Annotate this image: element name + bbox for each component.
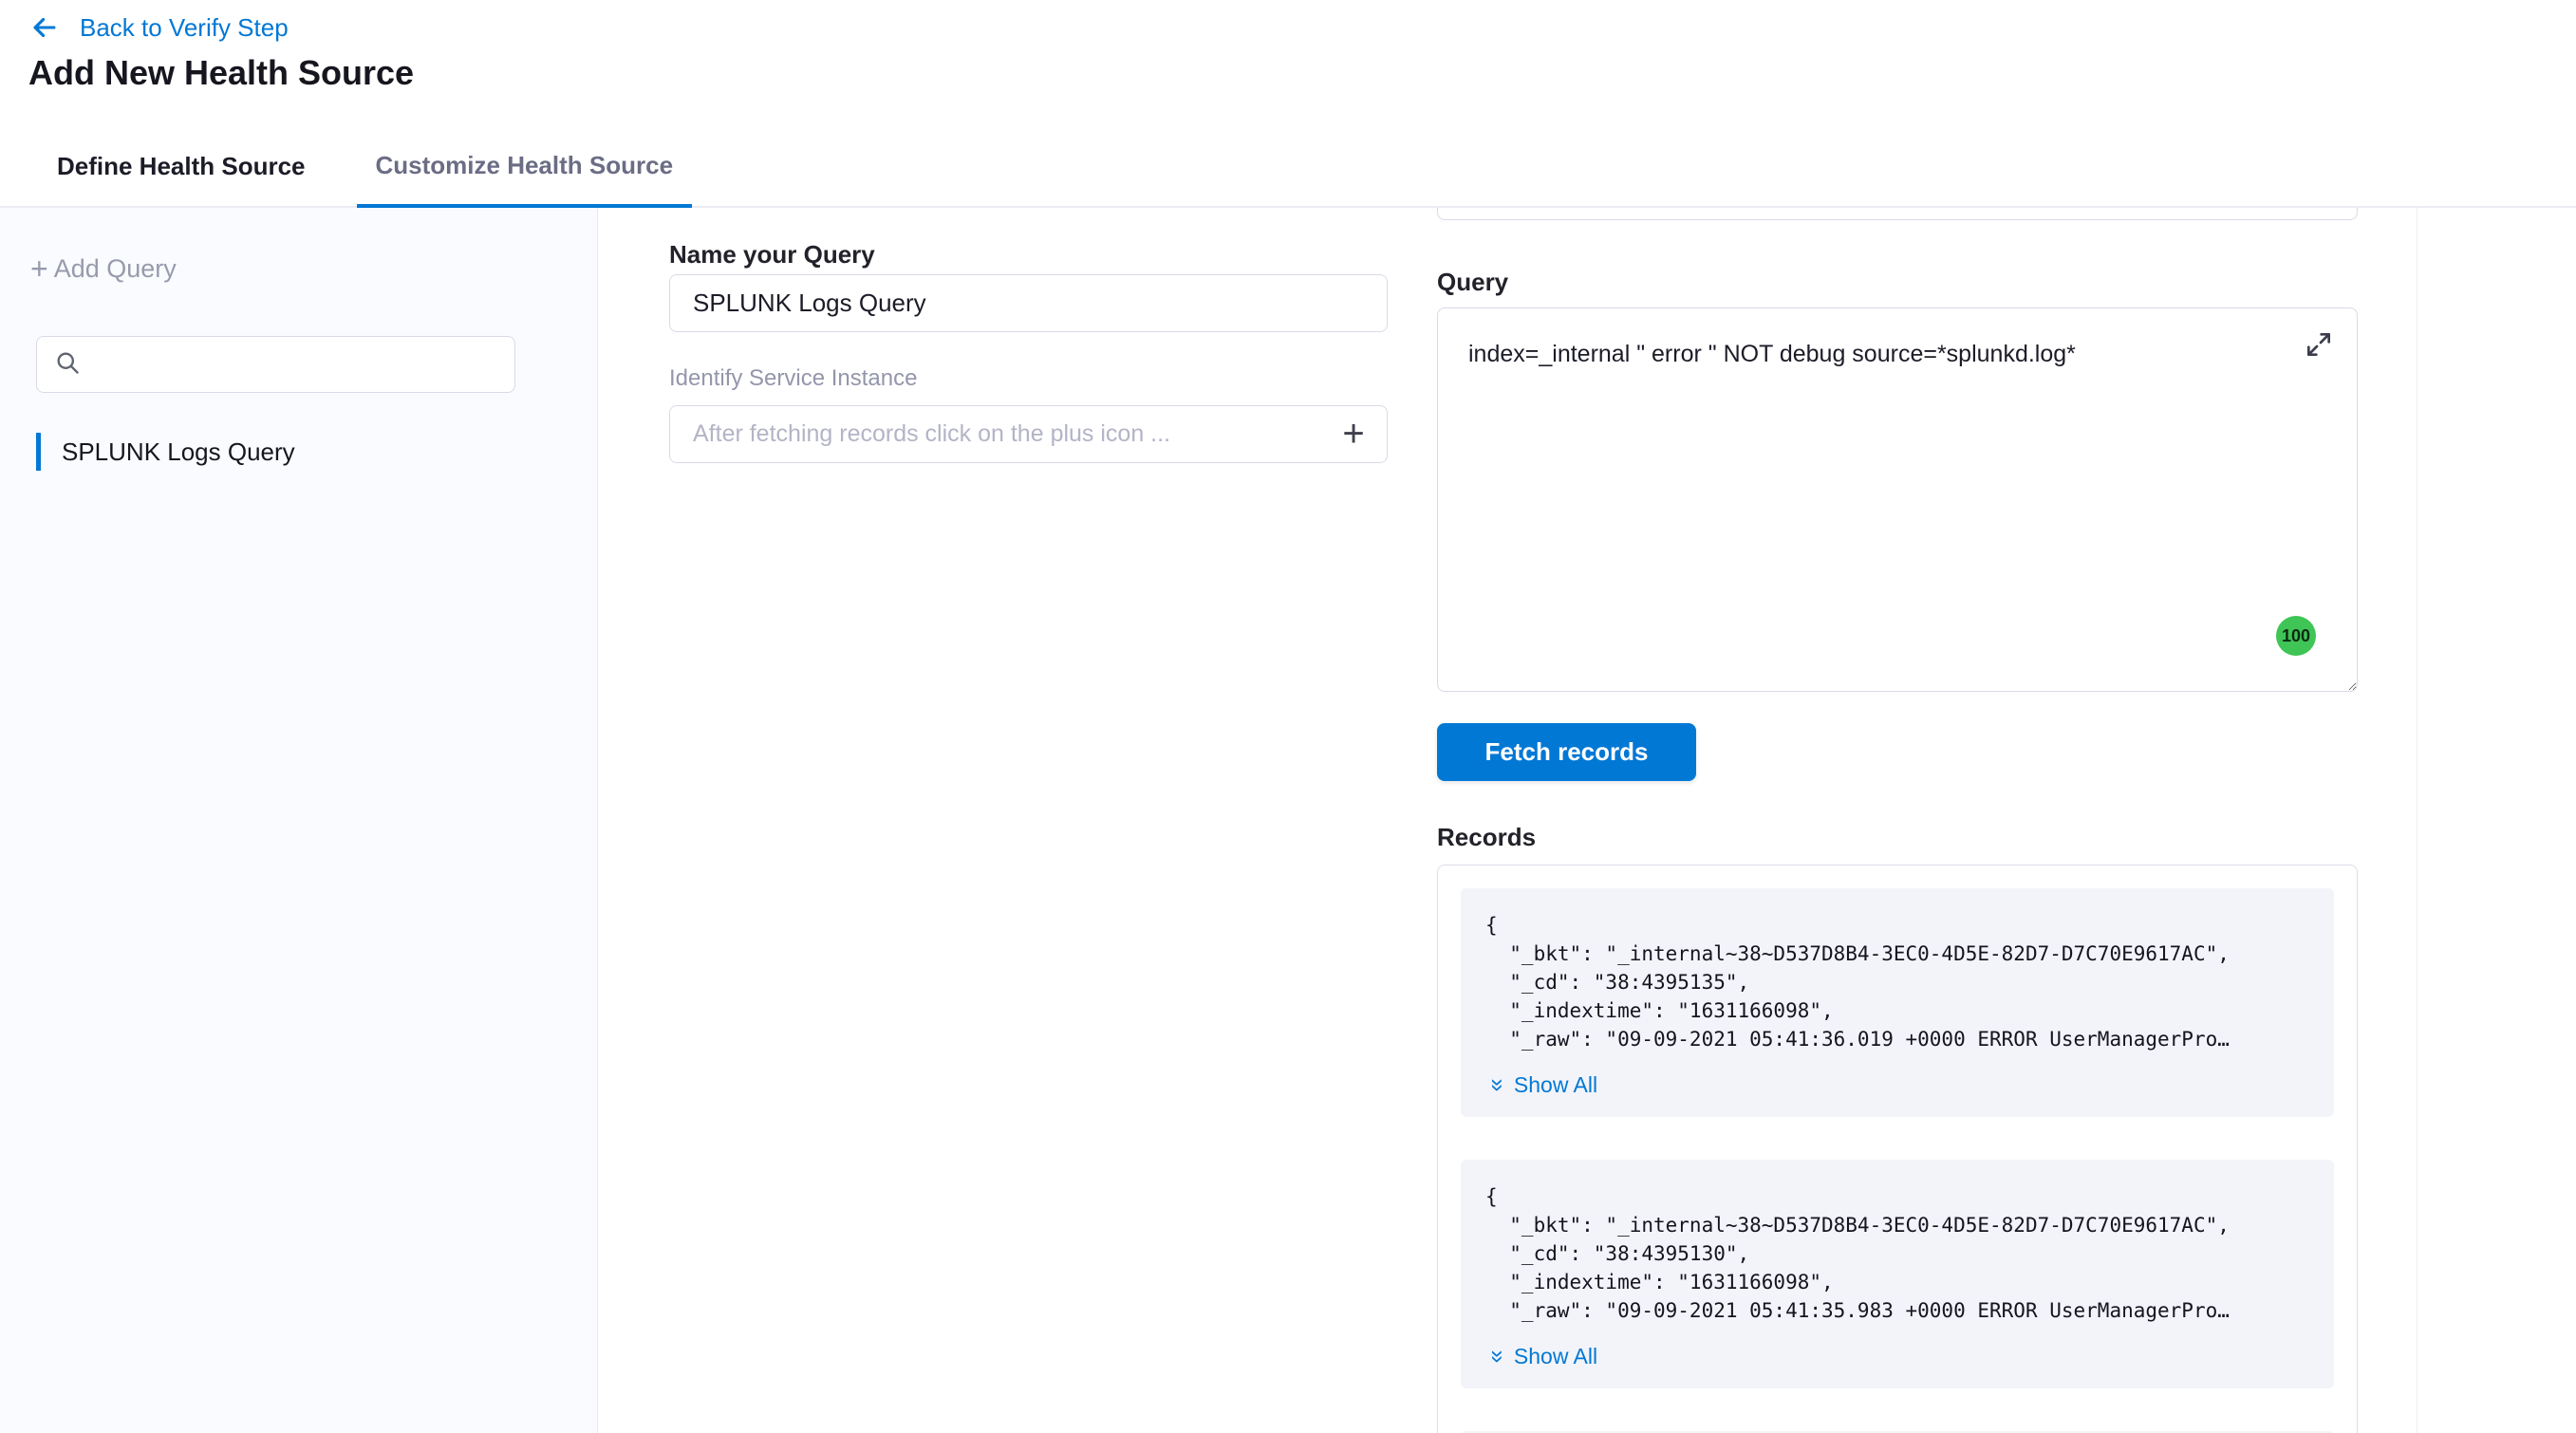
content-area: + Add Query SPLUNK Logs Query Name your … [0,208,2576,1433]
record-line: "_raw": "09-09-2021 05:41:35.983 +0000 E… [1485,1296,2309,1325]
records-label: Records [1437,823,1536,852]
record-line: "_bkt": "_internal~38~D537D8B4-3EC0-4D5E… [1485,940,2309,968]
add-query-label: Add Query [54,254,177,284]
page-header: Back to Verify Step Add New Health Sourc… [0,0,2576,208]
selected-indicator-bar [36,433,41,471]
back-to-verify-link[interactable]: Back to Verify Step [28,11,289,44]
record-line: "_indextime": "1631166098", [1485,996,2309,1025]
arrow-left-icon [28,11,61,44]
double-chevron-down-icon: » [1485,1350,1509,1364]
add-query-button[interactable]: + Add Query [30,253,177,284]
service-instance-field: + [669,405,1388,463]
show-all-link[interactable]: » Show All [1491,1344,1597,1369]
show-all-link[interactable]: » Show All [1491,1072,1597,1098]
name-your-query-label: Name your Query [669,240,875,270]
search-input[interactable] [94,351,497,378]
query-sidebar: + Add Query SPLUNK Logs Query [0,208,598,1433]
record-line: "_raw": "09-09-2021 05:41:36.019 +0000 E… [1485,1025,2309,1053]
tab-bar: Define Health Source Customize Health So… [0,126,2576,208]
record-line: { [1485,1182,2309,1211]
sidebar-item-splunk-logs-query[interactable]: SPLUNK Logs Query [36,433,295,471]
add-service-instance-plus-icon[interactable]: + [1320,406,1387,462]
service-instance-input[interactable] [670,420,1320,448]
plus-icon: + [30,253,48,284]
record-line: "_bkt": "_internal~38~D537D8B4-3EC0-4D5E… [1485,1211,2309,1239]
tab-customize-health-source[interactable]: Customize Health Source [357,126,693,208]
double-chevron-down-icon: » [1485,1079,1509,1092]
back-link-label[interactable]: Back to Verify Step [80,13,289,43]
show-all-label: Show All [1514,1072,1597,1098]
query-search-box[interactable] [36,336,515,393]
tab-define-health-source[interactable]: Define Health Source [53,126,309,206]
query-item-label: SPLUNK Logs Query [62,437,295,467]
record-line: "_indextime": "1631166098", [1485,1268,2309,1296]
record-line: "_cd": "38:4395135", [1485,968,2309,996]
query-editor: index=_internal " error " NOT debug sour… [1437,307,2358,692]
search-icon [54,349,81,381]
char-count-badge: 100 [2276,616,2316,656]
page-title: Add New Health Source [28,53,414,93]
record-card: { "_bkt": "_internal~38~D537D8B4-3EC0-4D… [1461,1160,2334,1388]
record-line: "_cd": "38:4395130", [1485,1239,2309,1268]
query-textarea[interactable]: index=_internal " error " NOT debug sour… [1437,307,2358,692]
identify-service-instance-label: Identify Service Instance [669,365,917,392]
record-card: { "_bkt": "_internal~38~D537D8B4-3EC0-4D… [1461,888,2334,1117]
cropped-field-above[interactable] [1437,208,2358,220]
record-line: { [1485,911,2309,940]
query-label: Query [1437,268,1508,297]
records-panel: { "_bkt": "_internal~38~D537D8B4-3EC0-4D… [1437,865,2358,1433]
fetch-records-button[interactable]: Fetch records [1437,723,1696,781]
query-name-input[interactable] [669,274,1388,332]
expand-query-icon[interactable] [2297,323,2341,366]
show-all-label: Show All [1514,1344,1597,1369]
